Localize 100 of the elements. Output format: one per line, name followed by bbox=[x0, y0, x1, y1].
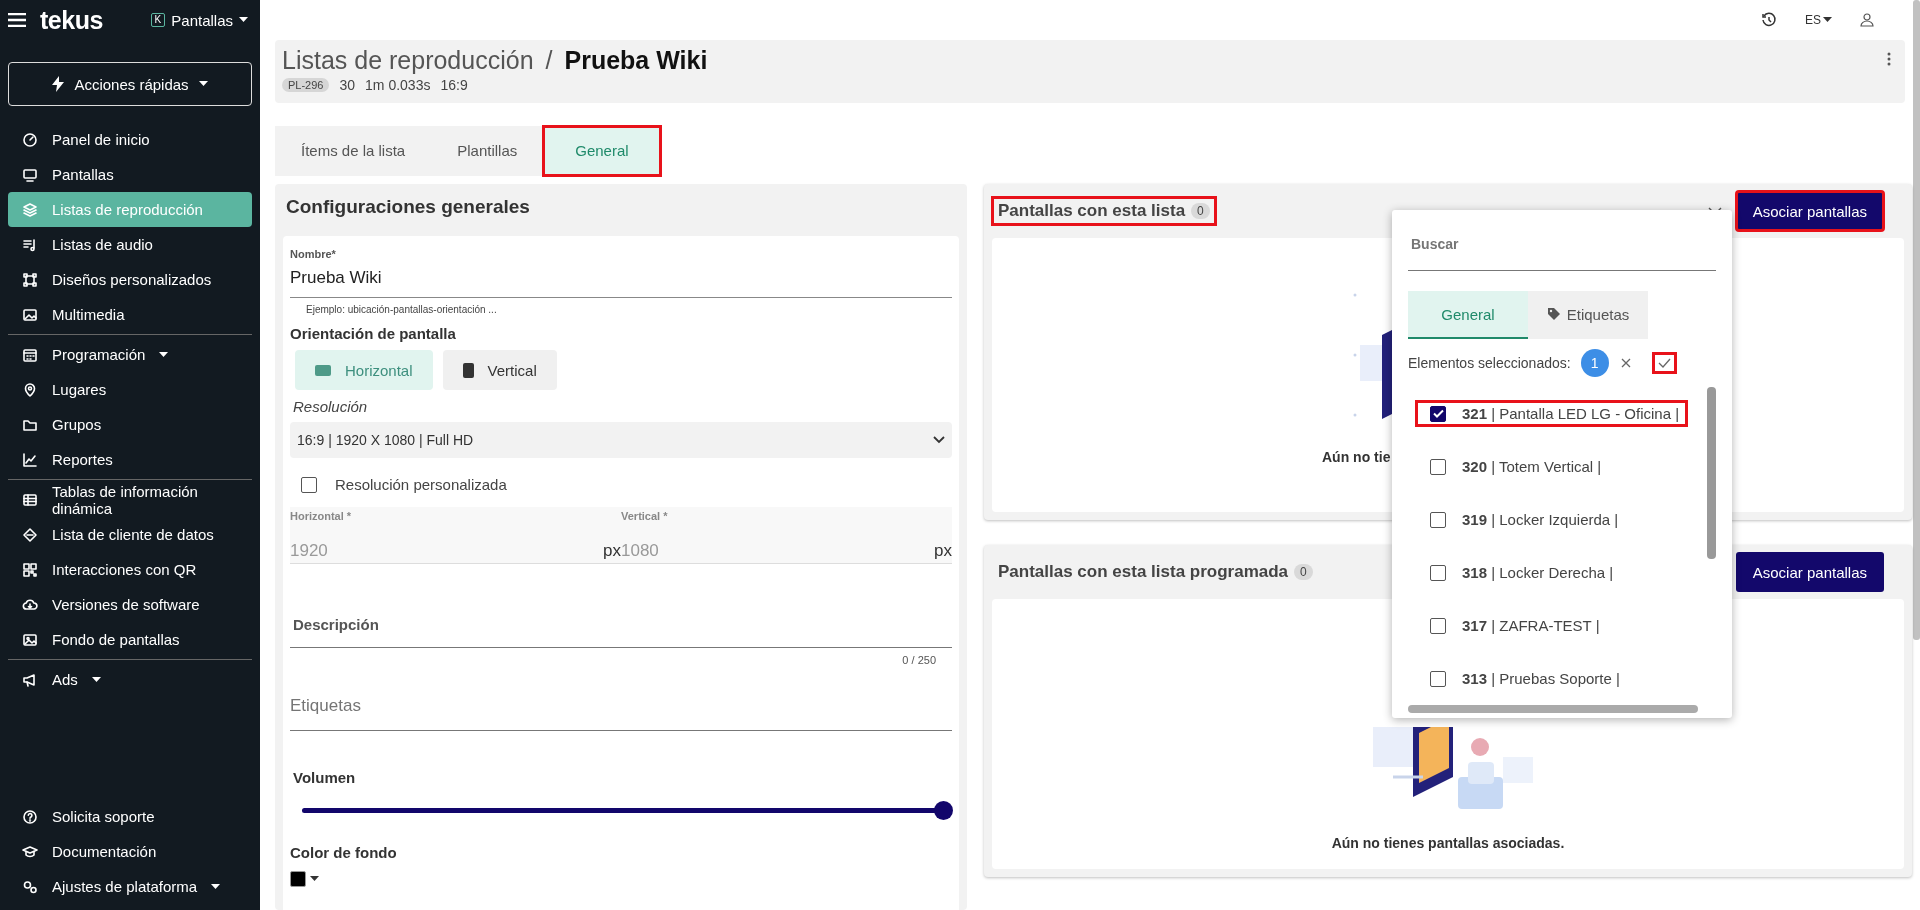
gears-icon bbox=[22, 878, 38, 895]
screen-option[interactable]: 318 | Locker Derecha | bbox=[1416, 560, 1622, 585]
checkbox[interactable] bbox=[1430, 458, 1446, 475]
sidebar-item[interactable]: Pantallas bbox=[8, 157, 252, 192]
checkbox[interactable] bbox=[1430, 511, 1446, 528]
filter-tab[interactable]: General bbox=[1408, 291, 1528, 339]
slider-thumb[interactable] bbox=[934, 801, 953, 820]
sidebar-item[interactable]: Versiones de software bbox=[8, 587, 252, 622]
screen-option[interactable]: 319 | Locker Izquierda | bbox=[1416, 507, 1627, 532]
sidebar-item[interactable]: Documentación bbox=[8, 834, 252, 869]
history-icon[interactable] bbox=[1761, 12, 1777, 28]
chart-icon bbox=[22, 451, 38, 468]
sidebar-item[interactable]: Diseños personalizados bbox=[8, 262, 252, 297]
language-selector[interactable]: ES bbox=[1799, 12, 1838, 28]
quick-actions-button[interactable]: Acciones rápidas bbox=[8, 62, 252, 106]
section-label: Volumen bbox=[293, 769, 357, 786]
resolution-select[interactable]: 16:9 | 1920 X 1080 | Full HD bbox=[290, 422, 952, 458]
sidebar-item[interactable]: Reportes bbox=[8, 442, 252, 477]
chevron-down-icon bbox=[933, 436, 945, 444]
field-label: Horizontal * bbox=[290, 510, 353, 522]
empty-state-text: Aún no tie bbox=[1322, 449, 1392, 465]
help-icon bbox=[22, 808, 38, 825]
tags-field[interactable]: Etiquetas bbox=[290, 696, 952, 731]
calendar-icon bbox=[22, 346, 38, 363]
scrollbar[interactable] bbox=[1707, 387, 1716, 559]
sidebar-item[interactable]: Lista de cliente de datos bbox=[8, 517, 252, 552]
landscape-icon bbox=[315, 364, 331, 376]
tab[interactable]: Plantillas bbox=[431, 126, 544, 176]
sidebar-item[interactable]: Ads bbox=[8, 662, 252, 697]
hint-text: Ejemplo: ubicación-pantallas-orientación ... bbox=[305, 303, 498, 315]
qr-icon bbox=[22, 561, 38, 578]
tab[interactable]: Ítems de la lista bbox=[275, 126, 432, 176]
meta-text: 30 bbox=[339, 77, 356, 93]
screen-option[interactable]: 321 | Pantalla LED LG - Oficina | bbox=[1416, 401, 1688, 426]
sidebar-item[interactable]: Panel de inicio bbox=[8, 122, 252, 157]
selected-label: Elementos seleccionados: bbox=[1408, 355, 1571, 371]
orientation-button[interactable]: Vertical bbox=[442, 350, 557, 390]
scrollbar[interactable] bbox=[1408, 705, 1698, 713]
more-icon[interactable] bbox=[1887, 52, 1891, 66]
page-title: Prueba Wiki bbox=[564, 46, 708, 75]
breadcrumb-section[interactable]: Listas de reproducción bbox=[282, 46, 534, 75]
checkbox-label: Resolución personalizada bbox=[335, 476, 507, 493]
checkbox[interactable] bbox=[1430, 405, 1446, 422]
close-icon bbox=[1620, 358, 1631, 368]
diamond-icon bbox=[22, 526, 38, 543]
field-label: Resolución bbox=[293, 398, 369, 415]
associate-button[interactable]: Asociar pantallas bbox=[1735, 191, 1884, 231]
tag-icon bbox=[1546, 307, 1561, 321]
field-label: Vertical * bbox=[621, 510, 669, 522]
checkbox[interactable] bbox=[301, 476, 317, 493]
tab[interactable]: General bbox=[543, 126, 661, 176]
meta-text: 1m 0.033s bbox=[365, 77, 431, 93]
megaphone-icon bbox=[22, 671, 38, 688]
graduation-cap-icon bbox=[22, 843, 38, 860]
checkbox[interactable] bbox=[1430, 670, 1446, 687]
music-list-icon bbox=[22, 236, 38, 253]
empty-state-text: Aún no tienes pantallas asociadas. bbox=[1330, 835, 1566, 851]
sidebar-item[interactable]: Lugares bbox=[8, 372, 252, 407]
description-field[interactable]: Descripción bbox=[290, 616, 952, 648]
sidebar-item[interactable]: Multimedia bbox=[8, 297, 252, 332]
sidebar-item[interactable]: Grupos bbox=[8, 407, 252, 442]
panel-title: Pantallas con esta lista programada 0 bbox=[992, 558, 1319, 586]
sidebar-item[interactable]: Ajustes de plataforma bbox=[8, 869, 252, 904]
checkbox[interactable] bbox=[1430, 564, 1446, 581]
image-icon bbox=[22, 631, 38, 648]
menu-icon[interactable] bbox=[8, 13, 26, 27]
screen-option[interactable]: 313 | Pruebas Soporte | bbox=[1416, 666, 1628, 691]
name-field[interactable]: Prueba Wiki bbox=[290, 260, 952, 298]
sidebar-item[interactable]: Interacciones con QR bbox=[8, 552, 252, 587]
search-field[interactable]: Buscar bbox=[1408, 236, 1716, 271]
layers-icon bbox=[22, 201, 38, 218]
section-label: Orientación de pantalla bbox=[290, 325, 457, 342]
portrait-icon bbox=[462, 362, 474, 378]
color-swatch[interactable] bbox=[290, 871, 306, 887]
workspace-selector[interactable]: K Pantallas bbox=[146, 11, 252, 29]
caret-icon bbox=[310, 876, 319, 882]
gauge-icon bbox=[22, 131, 38, 148]
confirm-button[interactable] bbox=[1652, 353, 1676, 373]
sidebar-item[interactable]: Fondo de pantallas bbox=[8, 622, 252, 657]
code-badge: PL-296 bbox=[282, 78, 330, 92]
scrollbar[interactable] bbox=[1913, 0, 1920, 640]
frame-icon bbox=[22, 271, 38, 288]
lightning-icon bbox=[52, 76, 65, 92]
unit-text: px bbox=[603, 541, 621, 561]
screen-option[interactable]: 317 | ZAFRA-TEST | bbox=[1416, 613, 1608, 638]
sidebar-item[interactable]: Programación bbox=[8, 337, 252, 372]
character-counter: 0 / 250 bbox=[901, 653, 937, 666]
section-label: Color de fondo bbox=[290, 844, 398, 861]
sidebar-item[interactable]: Solicita soporte bbox=[8, 799, 252, 834]
breadcrumb-separator: / bbox=[545, 46, 553, 75]
pin-icon bbox=[22, 381, 38, 398]
user-icon[interactable] bbox=[1860, 13, 1874, 27]
sidebar-item[interactable]: Tablas de información dinámica bbox=[8, 482, 252, 517]
checkbox[interactable] bbox=[1430, 617, 1446, 634]
filter-tab[interactable]: Etiquetas bbox=[1528, 291, 1648, 339]
caret-icon bbox=[198, 81, 208, 87]
associate-button[interactable]: Asociar pantallas bbox=[1735, 552, 1884, 592]
card-title: Configuraciones generales bbox=[285, 195, 531, 219]
sidebar-item[interactable]: Listas de audio bbox=[8, 227, 252, 262]
screen-option[interactable]: 320 | Totem Vertical | bbox=[1416, 454, 1610, 479]
